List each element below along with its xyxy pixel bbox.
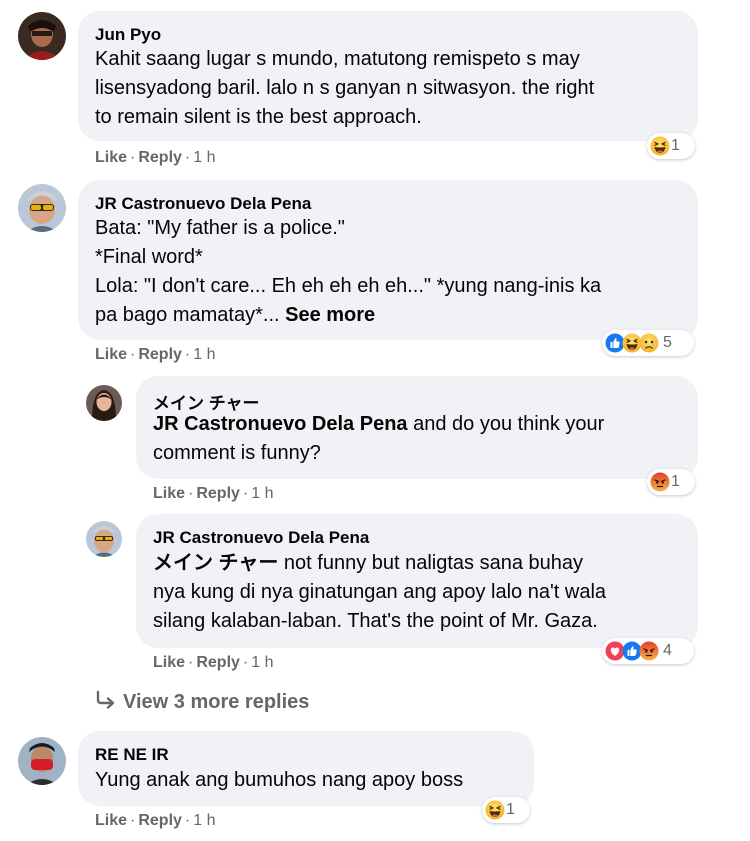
comment-text-line: lisensyadong baril. lalo n s ganyan n si… xyxy=(95,77,595,99)
reply-link[interactable]: Reply xyxy=(138,346,182,363)
reaction-summary[interactable]: 1 xyxy=(647,469,695,495)
separator-dot: · xyxy=(242,654,249,671)
comment-text-line: JR Castronuevo Dela Pena and do you thin… xyxy=(153,410,604,439)
separator-dot: · xyxy=(184,149,191,166)
comment-actions: Like · Reply · 1 h xyxy=(95,812,216,830)
mention-link[interactable]: メイン チャー xyxy=(153,552,278,574)
reply-link[interactable]: Reply xyxy=(196,485,240,502)
reaction-count: 5 xyxy=(663,334,672,351)
reaction-count: 1 xyxy=(506,801,515,818)
reaction-summary[interactable]: 1 xyxy=(482,797,530,823)
angry-reaction-icon xyxy=(650,472,670,492)
reply-link[interactable]: Reply xyxy=(196,654,240,671)
angry-reaction-icon xyxy=(639,641,659,661)
timestamp[interactable]: 1 h xyxy=(193,346,215,363)
comment-text-fragment: pa bago mamatay*... xyxy=(95,304,280,326)
comment-text-line: Kahit saang lugar s mundo, matutong remi… xyxy=(95,48,580,70)
comment-text-line: silang kalaban-laban. That's the point o… xyxy=(153,610,598,632)
comment-actions: Like · Reply · 1 h xyxy=(153,654,274,672)
separator-dot: · xyxy=(184,812,191,829)
comment-text-line: pa bago mamatay*... See more xyxy=(95,301,375,330)
timestamp[interactable]: 1 h xyxy=(193,812,215,829)
view-more-replies-label: View 3 more replies xyxy=(123,691,310,713)
avatar[interactable] xyxy=(86,385,122,421)
avatar[interactable] xyxy=(18,12,66,60)
mention-link[interactable]: JR Castronuevo Dela Pena xyxy=(153,413,408,435)
reaction-count: 1 xyxy=(671,473,680,490)
see-more-link[interactable]: See more xyxy=(285,304,375,326)
comment-author[interactable]: Jun Pyo xyxy=(95,25,161,45)
comment-text-line: *Final word* xyxy=(95,246,203,268)
avatar[interactable] xyxy=(18,184,66,232)
comment-actions: Like · Reply · 1 h xyxy=(95,149,216,167)
comment-author[interactable]: JR Castronuevo Dela Pena xyxy=(153,528,369,548)
comment-text-line: comment is funny? xyxy=(153,442,321,464)
comment-author[interactable]: JR Castronuevo Dela Pena xyxy=(95,194,311,214)
like-link[interactable]: Like xyxy=(95,149,127,166)
reaction-summary[interactable]: 1 xyxy=(647,133,695,159)
separator-dot: · xyxy=(184,346,191,363)
reply-link[interactable]: Reply xyxy=(138,812,182,829)
separator-dot: · xyxy=(130,346,136,363)
reply-arrow-icon xyxy=(96,690,115,709)
avatar[interactable] xyxy=(18,737,66,785)
comment-text-fragment: not funny but naligtas sana buhay xyxy=(278,552,584,574)
comment-actions: Like · Reply · 1 h xyxy=(95,346,216,364)
timestamp[interactable]: 1 h xyxy=(251,485,273,502)
separator-dot: · xyxy=(130,149,136,166)
haha-reaction-icon xyxy=(650,136,670,156)
timestamp[interactable]: 1 h xyxy=(193,149,215,166)
haha-reaction-icon xyxy=(485,800,505,820)
view-more-replies-button[interactable]: View 3 more replies xyxy=(95,690,309,714)
separator-dot: · xyxy=(242,485,249,502)
reaction-count: 4 xyxy=(663,642,672,659)
comment-text-line: Lola: "I don't care... Eh eh eh eh eh...… xyxy=(95,275,602,297)
comment-text-line: Yung anak ang bumuhos nang apoy boss xyxy=(95,769,464,791)
comment-text-line: nya kung di nya ginatungan ang apoy lalo… xyxy=(153,581,607,603)
separator-dot: · xyxy=(188,654,194,671)
sad-reaction-icon xyxy=(639,333,659,353)
reply-link[interactable]: Reply xyxy=(138,149,182,166)
comment-text-line: メイン チャー not funny but naligtas sana buha… xyxy=(153,549,583,578)
timestamp[interactable]: 1 h xyxy=(251,654,273,671)
comment-text-line: Bata: "My father is a police." xyxy=(95,217,345,239)
comment-text-line: to remain silent is the best approach. xyxy=(95,106,422,128)
separator-dot: · xyxy=(130,812,136,829)
like-link[interactable]: Like xyxy=(95,812,127,829)
like-link[interactable]: Like xyxy=(153,485,185,502)
comment-author[interactable]: RE NE IR xyxy=(95,745,169,765)
comment-text-fragment: and do you think your xyxy=(407,413,605,435)
reaction-count: 1 xyxy=(671,137,680,154)
reaction-summary[interactable]: 4 xyxy=(602,638,694,664)
like-link[interactable]: Like xyxy=(153,654,185,671)
avatar[interactable] xyxy=(86,521,122,557)
reaction-summary[interactable]: 5 xyxy=(602,330,694,356)
like-link[interactable]: Like xyxy=(95,346,127,363)
separator-dot: · xyxy=(188,485,194,502)
comment-actions: Like · Reply · 1 h xyxy=(153,485,274,503)
